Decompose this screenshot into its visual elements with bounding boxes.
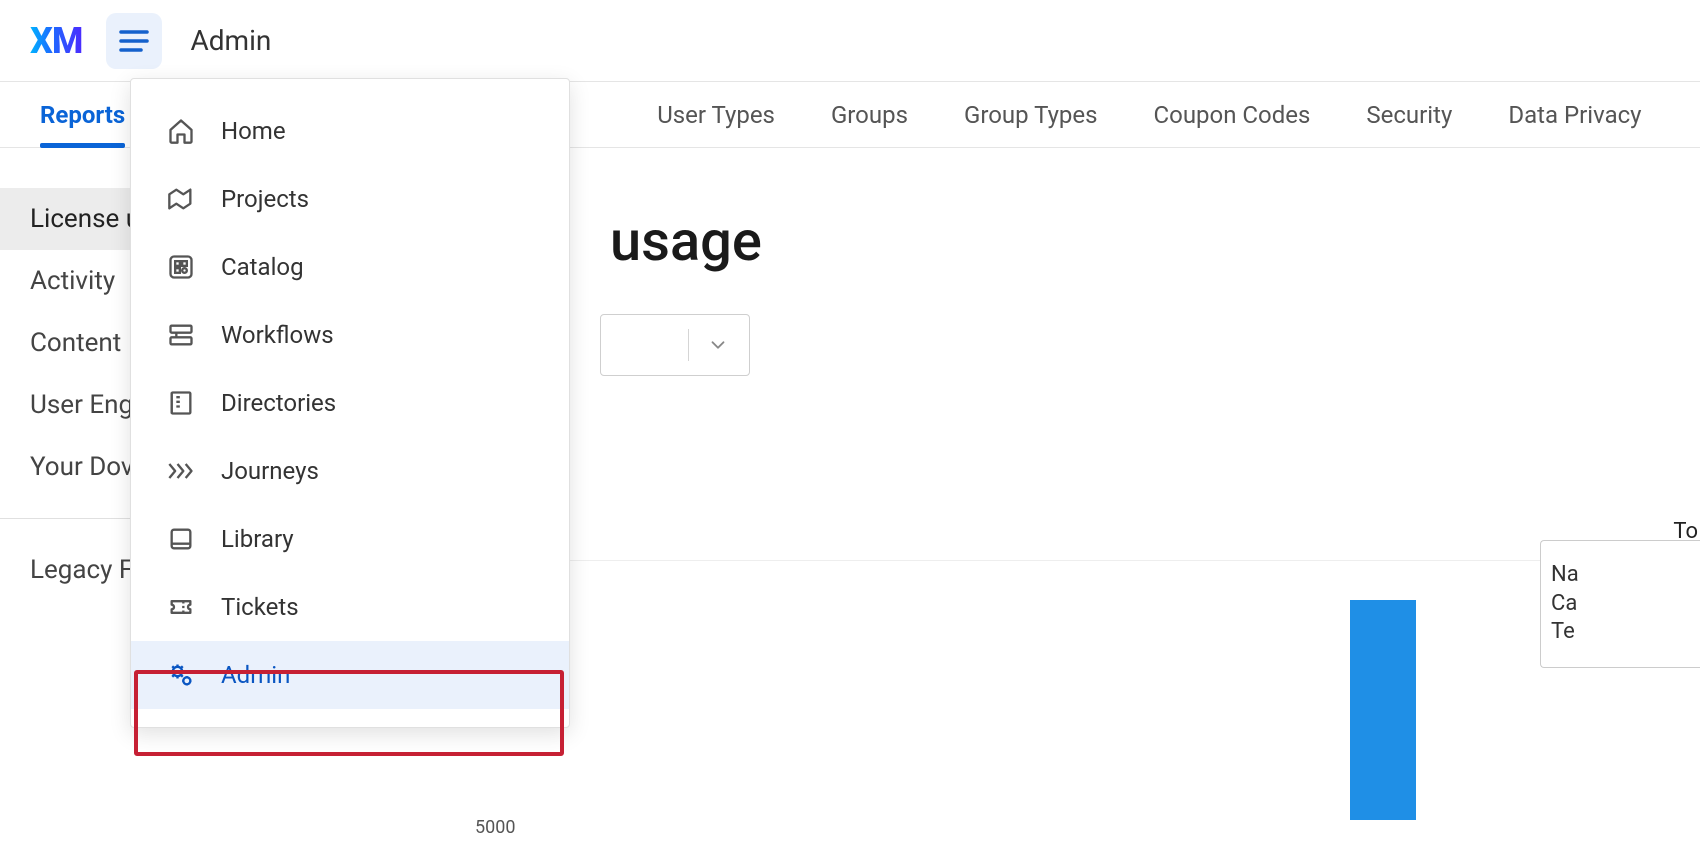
topbar: XM Admin [0,0,1700,82]
chart-y-tick: 5000 [475,817,515,838]
right-text-line: Ca [1551,590,1690,619]
tab-label: User Types [657,101,775,129]
menu-item-library[interactable]: Library [131,505,569,573]
sidebar-label: License u [30,204,140,234]
menu-item-directories[interactable]: Directories [131,369,569,437]
sidebar-label: Activity [30,266,115,296]
catalog-icon [165,251,197,283]
tab-data-privacy[interactable]: Data Privacy [1508,82,1641,147]
menu-label: Home [221,117,286,145]
chevron-down-icon [707,334,729,356]
tab-label: Data Privacy [1508,101,1641,129]
menu-item-projects[interactable]: Projects [131,165,569,233]
tab-security[interactable]: Security [1366,82,1452,147]
right-text-line: Na [1551,561,1690,590]
main-nav-menu: Home Projects Catalog Workflows Director… [130,78,570,728]
menu-label: Workflows [221,321,334,349]
tab-label: Coupon Codes [1154,101,1311,129]
date-range-dropdown[interactable] [600,314,750,376]
tab-label: Groups [831,101,908,129]
menu-item-home[interactable]: Home [131,97,569,165]
tab-label: Reports [40,101,125,129]
tab-groups[interactable]: Groups [831,82,908,147]
chart-area: To 5000 [420,560,1700,820]
tab-group-types[interactable]: Group Types [964,82,1098,147]
projects-icon [165,183,197,215]
library-icon [165,523,197,555]
workflows-icon [165,319,197,351]
journeys-icon [165,455,197,487]
menu-label: Catalog [221,253,304,281]
tab-label: Group Types [964,101,1098,129]
menu-item-admin[interactable]: Admin [131,641,569,709]
menu-item-workflows[interactable]: Workflows [131,301,569,369]
menu-label: Journeys [221,457,319,485]
directories-icon [165,387,197,419]
menu-item-tickets[interactable]: Tickets [131,573,569,641]
tab-reports[interactable]: Reports [40,82,125,147]
menu-label: Tickets [221,593,299,621]
menu-item-catalog[interactable]: Catalog [131,233,569,301]
sidebar-label: Legacy F [30,555,133,585]
admin-icon [165,659,197,691]
sidebar-label: Your Dov [30,452,134,482]
menu-label: Directories [221,389,336,417]
topbar-title: Admin [190,24,271,57]
sidebar-label: Content [30,328,121,358]
hamburger-icon [119,29,149,53]
tickets-icon [165,591,197,623]
menu-label: Projects [221,185,309,213]
home-icon [165,115,197,147]
chart-bar [1350,600,1416,820]
page-title: usage [610,208,1670,274]
logo: XM [30,20,82,62]
tab-label: Security [1366,101,1452,129]
menu-label: Library [221,525,294,553]
tab-user-types[interactable]: User Types [657,82,775,147]
hamburger-menu-button[interactable] [106,13,162,69]
right-text-line: Te [1551,618,1690,647]
tab-coupon-codes[interactable]: Coupon Codes [1154,82,1311,147]
menu-item-journeys[interactable]: Journeys [131,437,569,505]
sidebar-label: User Eng [30,390,133,420]
menu-label: Admin [221,661,290,689]
right-side-panel: Na Ca Te [1540,540,1700,668]
